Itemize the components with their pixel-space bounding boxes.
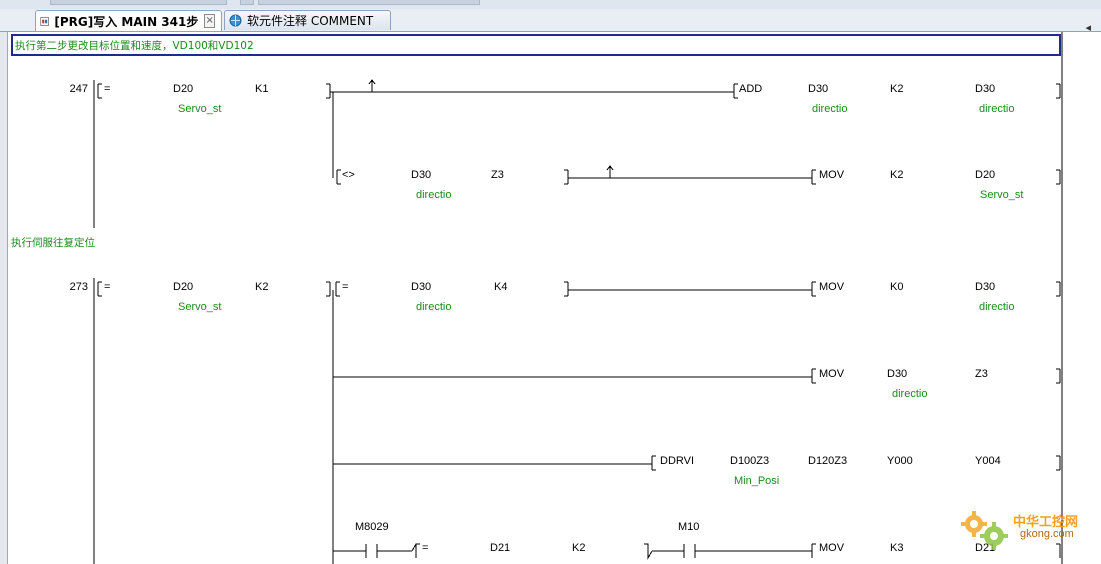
instruction-op: MOV <box>819 368 845 380</box>
operand[interactable]: Z3 <box>491 169 504 181</box>
step-number: 273 <box>69 281 88 293</box>
operand[interactable]: K2 <box>890 83 903 95</box>
device-comment: directio <box>979 103 1015 115</box>
device-comment: Servo_st <box>980 189 1024 201</box>
rung-comment[interactable]: 执行伺服往复定位 <box>11 235 95 250</box>
instruction-op: = <box>104 83 111 95</box>
toolbar-segment <box>240 0 254 5</box>
operand[interactable]: K2 <box>572 542 585 554</box>
operand[interactable]: Y000 <box>887 455 913 467</box>
instruction-op: = <box>342 281 349 293</box>
operand[interactable]: D20 <box>975 169 995 181</box>
instruction-op: ADD <box>739 83 763 95</box>
instruction-op: MOV <box>819 169 845 181</box>
watermark-url: gkong.com <box>1020 528 1074 540</box>
instruction-op: <> <box>342 169 355 181</box>
tab-main-program[interactable]: [PRG]写入 MAIN 341步 × <box>35 10 222 31</box>
instruction-op: DDRVI <box>660 455 695 467</box>
operand[interactable]: D100Z3 <box>730 455 769 467</box>
operand[interactable]: K0 <box>890 281 903 293</box>
operand[interactable]: D30 <box>975 281 995 293</box>
operand[interactable]: Y004 <box>975 455 1001 467</box>
gear-logo-icon <box>961 511 1008 550</box>
device-comment: directio <box>892 388 928 400</box>
device-comment: Servo_st <box>178 103 222 115</box>
operand[interactable]: D21 <box>490 542 510 554</box>
operand[interactable]: K1 <box>255 83 268 95</box>
operand[interactable]: K2 <box>890 169 903 181</box>
operand[interactable]: D30 <box>411 169 431 181</box>
tab-label: [PRG]写入 MAIN 341步 <box>54 14 199 29</box>
contact-label[interactable]: M10 <box>678 521 699 533</box>
selected-comment-box[interactable]: 执行第二步更改目标位置和速度，VD100和VD102 <box>11 34 1061 56</box>
device-comment: directio <box>979 301 1015 313</box>
device-comment: directio <box>812 103 848 115</box>
device-comment: directio <box>416 189 452 201</box>
step-number: 247 <box>69 83 88 95</box>
operand[interactable]: D120Z3 <box>808 455 847 467</box>
instruction-op: MOV <box>819 281 845 293</box>
operand[interactable]: D30 <box>975 83 995 95</box>
close-icon[interactable]: × <box>204 14 215 28</box>
instruction-op: MOV <box>819 542 845 554</box>
operand[interactable]: D30 <box>808 83 828 95</box>
toolbar-segment <box>50 0 227 5</box>
ladder-wires <box>93 32 1063 564</box>
ladder-canvas[interactable]: 247 = D20 Servo_st K1 ADD D30 directio K… <box>7 32 1101 564</box>
operand[interactable]: D20 <box>173 83 193 95</box>
device-comment: Servo_st <box>178 301 222 313</box>
tab-device-comment[interactable]: 软元件注释 COMMENT <box>224 10 391 30</box>
device-comment: Min_Posi <box>734 475 780 487</box>
operand[interactable]: K4 <box>494 281 507 293</box>
operand[interactable]: Z3 <box>975 368 988 380</box>
device-comment: directio <box>416 301 452 313</box>
operand[interactable]: D30 <box>887 368 907 380</box>
operand[interactable]: K2 <box>255 281 268 293</box>
instruction-op: = <box>104 281 111 293</box>
rung-comment: 执行第二步更改目标位置和速度，VD100和VD102 <box>15 40 254 52</box>
toolbar-segment <box>258 0 480 5</box>
operand[interactable]: K3 <box>890 542 903 554</box>
watermark: 中华工控网 gkong.com <box>958 508 1093 552</box>
tab-label: 软元件注释 COMMENT <box>247 14 374 28</box>
operand[interactable]: D30 <box>411 281 431 293</box>
left-gutter <box>0 32 7 564</box>
instruction-op: = <box>422 542 429 554</box>
ladder-program-icon <box>40 16 49 26</box>
globe-icon <box>229 14 242 27</box>
tab-bar: [PRG]写入 MAIN 341步 × 软元件注释 COMMENT ◂ <box>0 9 1101 34</box>
contact-label[interactable]: M8029 <box>355 521 389 533</box>
operand[interactable]: D20 <box>173 281 193 293</box>
